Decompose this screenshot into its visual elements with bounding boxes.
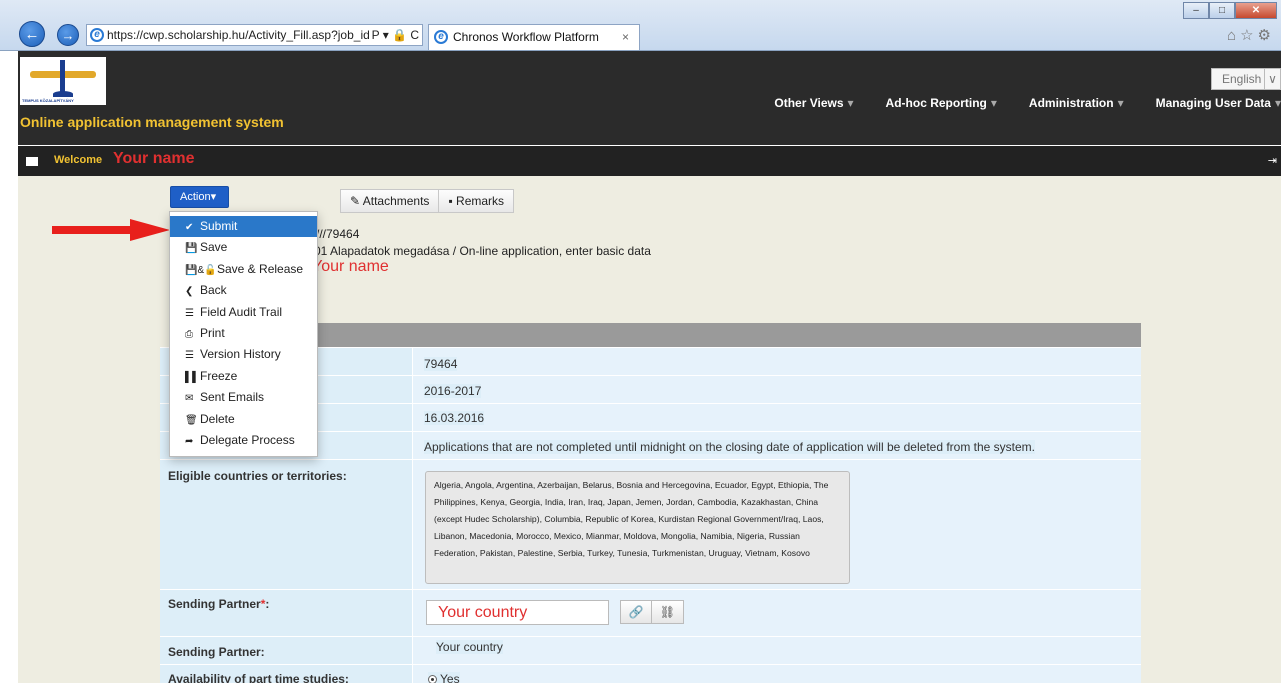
forward-icon[interactable]: → bbox=[57, 24, 79, 46]
ie-icon: e bbox=[90, 28, 104, 42]
share-arrow-icon: ➦ bbox=[185, 435, 194, 447]
address-url: https://cwp.scholarship.hu/Activity_Fill… bbox=[107, 28, 377, 42]
trash-icon: 🗑 bbox=[185, 414, 198, 426]
form-section-header bbox=[318, 323, 1141, 347]
ie-icon: e bbox=[434, 30, 448, 44]
menu-administration[interactable]: Administration ▾ bbox=[1013, 96, 1124, 110]
menu-item-submit[interactable]: ✔ Submit bbox=[170, 216, 317, 238]
maximize-button[interactable]: □ bbox=[1209, 2, 1235, 19]
window-buttons: – □ ✕ bbox=[1183, 2, 1277, 19]
app-title: Online application management system bbox=[20, 114, 284, 130]
menu-item-sent-emails[interactable]: ✉ Sent Emails bbox=[170, 387, 317, 408]
sending-partner-label: Sending Partner: bbox=[168, 645, 265, 659]
attachments-button[interactable]: ✎ Attachments bbox=[340, 189, 440, 213]
menu-other-views[interactable]: Other Views ▾ bbox=[758, 96, 853, 110]
partner-icon-buttons: 🔗 ⛓ bbox=[620, 600, 684, 624]
chevron-left-icon: ❮ bbox=[185, 286, 194, 298]
menu-item-delete[interactable]: 🗑 Delete bbox=[170, 409, 317, 430]
chevron-down-icon: ∨ bbox=[1264, 69, 1280, 89]
workflow-step: 01 Alapadatok megadása / On-line applica… bbox=[314, 244, 651, 258]
menu-item-field-audit-trail[interactable]: ☰ Field Audit Trail bbox=[170, 302, 317, 323]
link-icon[interactable]: 🔗 bbox=[620, 600, 652, 624]
logout-icon[interactable]: ⇥ bbox=[1268, 154, 1277, 167]
save-icon: 💾 bbox=[185, 243, 198, 255]
menu-ad-hoc-reporting[interactable]: Ad-hoc Reporting ▾ bbox=[870, 96, 997, 110]
list-icon: ☰ bbox=[185, 307, 194, 319]
language-select[interactable]: English ∨ bbox=[1211, 68, 1281, 90]
part-time-value: Yes bbox=[440, 672, 460, 683]
close-window-button[interactable]: ✕ bbox=[1235, 2, 1277, 19]
address-controls[interactable]: Ρ ▾ 🔒 C bbox=[369, 25, 419, 45]
action-button[interactable]: Action▾ bbox=[170, 186, 229, 208]
red-arrow-annotation bbox=[52, 219, 170, 241]
menu-item-print[interactable]: ⎙ Print bbox=[170, 323, 317, 344]
menu-item-version-history[interactable]: ☰ Version History bbox=[170, 344, 317, 365]
minimize-button[interactable]: – bbox=[1183, 2, 1209, 19]
form-row-countries: Eligible countries or territories: Alger… bbox=[160, 459, 1141, 589]
check-icon: ✔ bbox=[185, 222, 194, 233]
save-unlock-icon: 💾&🔓 bbox=[185, 264, 217, 276]
remarks-button[interactable]: ▪ Remarks bbox=[439, 189, 515, 213]
form-row-sending-partner: Sending Partner: Your country bbox=[160, 636, 1141, 664]
countries-list: Algeria, Angola, Argentina, Azerbaijan, … bbox=[425, 471, 850, 584]
form-value: 2016-2017 bbox=[424, 384, 482, 398]
browser-tab[interactable]: e Chronos Workflow Platform × bbox=[428, 24, 640, 50]
sending-partner-value: Your country bbox=[436, 640, 503, 654]
menu-item-delegate-process[interactable]: ➦ Delegate Process bbox=[170, 430, 317, 451]
form-value: 16.03.2016 bbox=[424, 411, 485, 425]
unlink-icon[interactable]: ⛓ bbox=[652, 600, 684, 624]
envelope-icon: ✉ bbox=[185, 393, 194, 405]
print-icon: ⎙ bbox=[185, 328, 193, 340]
countries-label: Eligible countries or territories: bbox=[168, 469, 347, 483]
tempus-logo[interactable]: TEMPUS KÖZALAPÍTVÁNY bbox=[20, 57, 106, 105]
list-icon: ☰ bbox=[185, 350, 194, 362]
form-row-sending-partner-input: Sending Partner*: Your country 🔗 ⛓ bbox=[160, 589, 1141, 636]
tab-close-icon[interactable]: × bbox=[622, 25, 629, 49]
part-time-radio[interactable]: Yes bbox=[428, 672, 460, 683]
form-value: Applications that are not completed unti… bbox=[424, 440, 1036, 454]
back-icon[interactable]: ← bbox=[19, 21, 45, 47]
action-dropdown-menu: ✔ Submit 💾 Save 💾&🔓Save & Release ❮ Back ☰ F… bbox=[169, 211, 318, 457]
pause-icon: ▌▌ bbox=[185, 371, 200, 383]
main-menu: Other Views ▾ Ad-hoc Reporting ▾ Administr… bbox=[742, 96, 1281, 110]
app-header: TEMPUS KÖZALAPÍTVÁNY Online application … bbox=[18, 51, 1281, 145]
logo-text: TEMPUS KÖZALAPÍTVÁNY bbox=[22, 98, 74, 103]
address-bar[interactable]: e https://cwp.scholarship.hu/Activity_Fi… bbox=[86, 24, 423, 46]
radio-selected-icon[interactable] bbox=[428, 675, 437, 683]
menu-managing-user-data[interactable]: Managing User Data ▾ bbox=[1140, 96, 1281, 110]
toolbar-button-group: ✎ Attachments ▪ Remarks bbox=[340, 189, 515, 213]
welcome-label: Welcome bbox=[54, 154, 103, 166]
menu-item-freeze[interactable]: ▌▌Freeze bbox=[170, 366, 317, 387]
tab-title: Chronos Workflow Platform bbox=[453, 30, 599, 44]
form-row-part-time: Availability of part time studies: Yes bbox=[160, 664, 1141, 683]
sending-partner-input-label: Sending Partner*: bbox=[168, 597, 270, 611]
browser-toolbar-icons[interactable]: ⌂☆⚙ bbox=[1227, 26, 1275, 44]
welcome-user-name: Your name bbox=[113, 150, 195, 167]
form-value: 79464 bbox=[424, 357, 458, 371]
language-value: English bbox=[1222, 72, 1262, 86]
sending-partner-input[interactable]: Your country bbox=[426, 600, 609, 625]
browser-chrome: ← → e https://cwp.scholarship.hu/Activit… bbox=[0, 0, 1281, 51]
welcome-bar: Welcome Your name ⇥ bbox=[18, 146, 1281, 176]
menu-item-save[interactable]: 💾 Save bbox=[170, 237, 317, 258]
part-time-label: Availability of part time studies: bbox=[168, 672, 349, 683]
owner-name: Your name bbox=[312, 258, 389, 275]
hamburger-icon[interactable] bbox=[26, 157, 38, 166]
job-reference: ///79464 bbox=[316, 227, 360, 241]
menu-item-save-release[interactable]: 💾&🔓Save & Release bbox=[170, 259, 317, 280]
menu-item-back[interactable]: ❮ Back bbox=[170, 280, 317, 301]
